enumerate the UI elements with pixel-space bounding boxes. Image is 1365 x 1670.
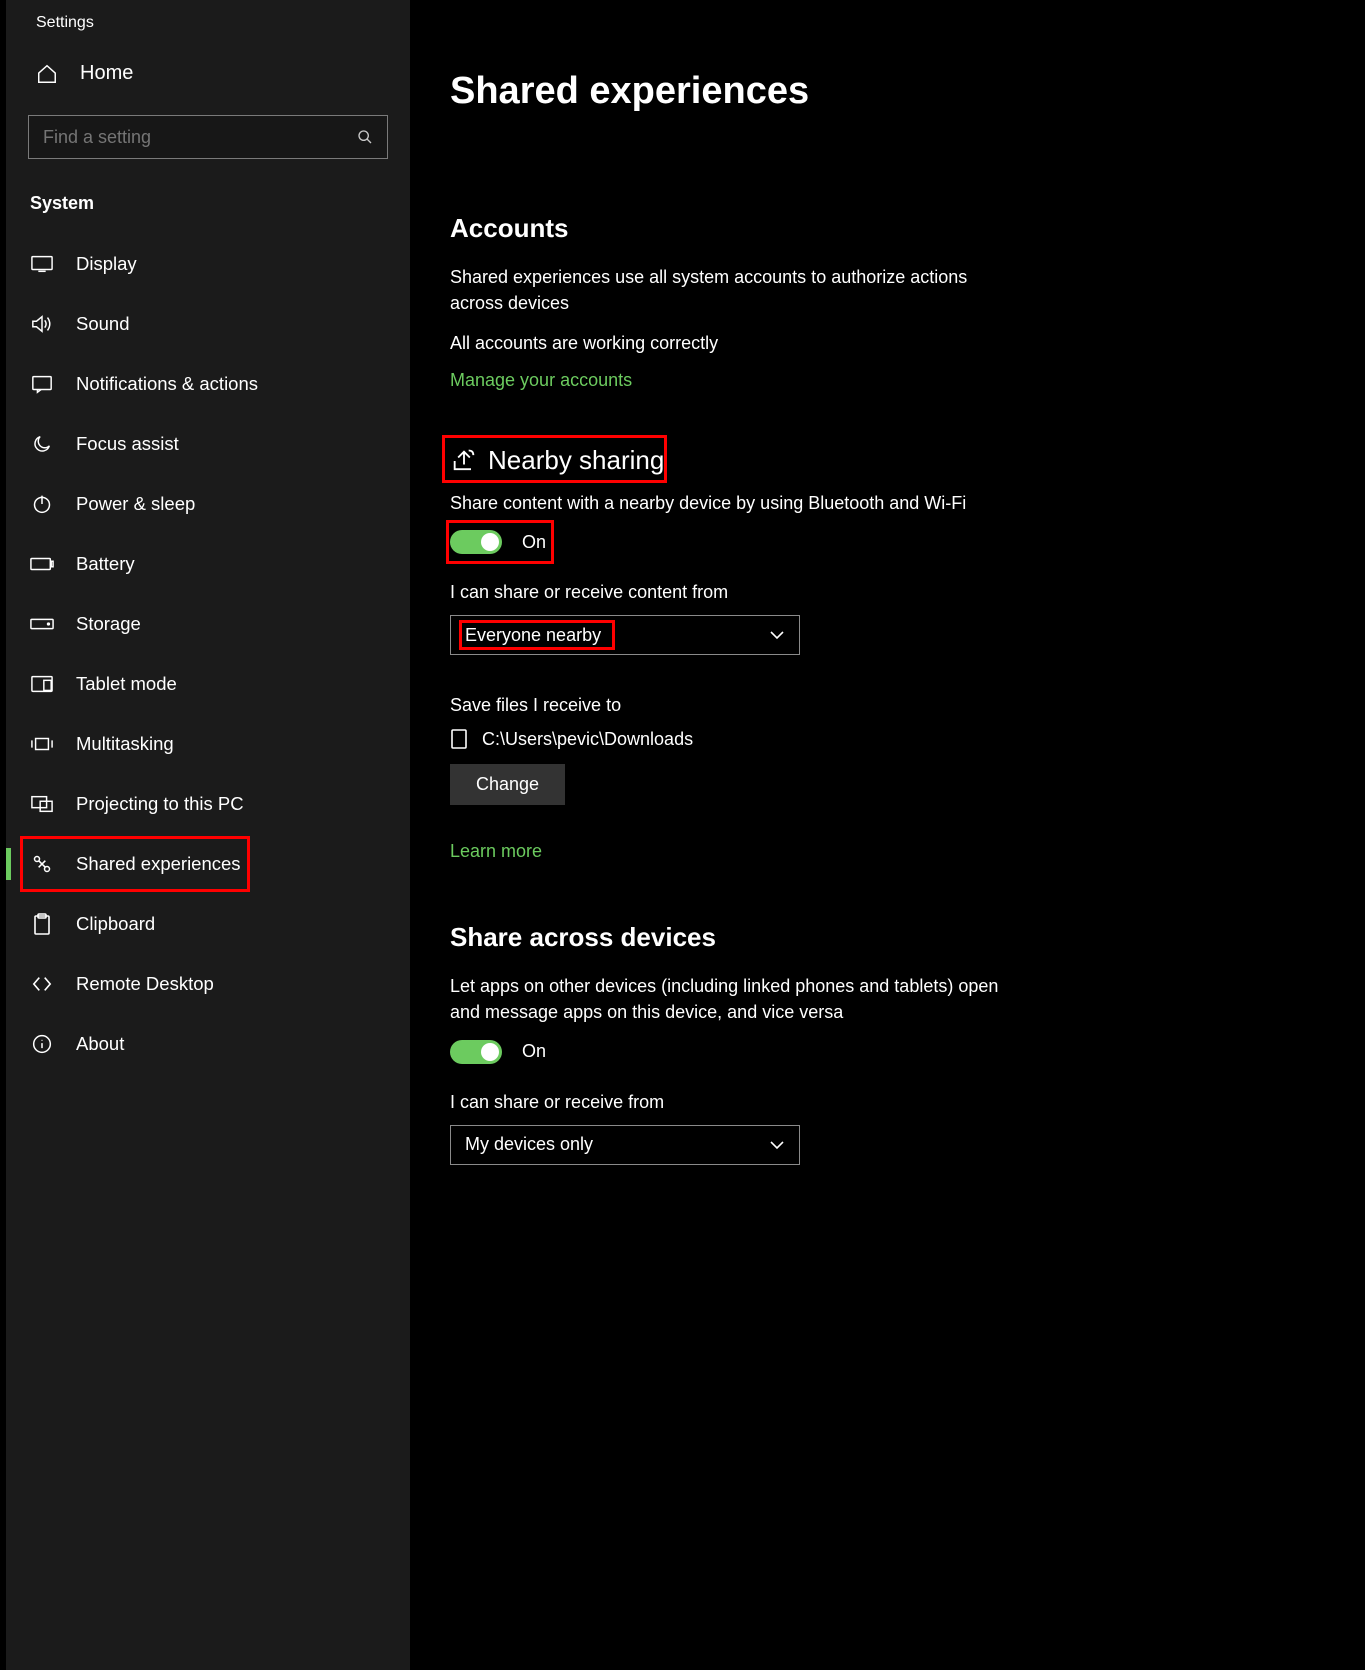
share-icon (450, 447, 478, 475)
sidebar-item-label: About (76, 1033, 124, 1055)
sidebar-item-remote-desktop[interactable]: Remote Desktop (6, 954, 410, 1014)
page-title: Shared experiences (450, 70, 1325, 113)
sidebar-item-clipboard[interactable]: Clipboard (6, 894, 410, 954)
search-text-input[interactable] (43, 127, 357, 148)
sidebar-item-label: Sound (76, 313, 130, 335)
sidebar-item-label: Projecting to this PC (76, 793, 244, 815)
chevron-down-icon (769, 1137, 785, 1153)
sound-icon (30, 314, 54, 334)
share-across-toggle-state: On (522, 1041, 546, 1062)
nearby-toggle-state: On (522, 532, 546, 553)
manage-accounts-link[interactable]: Manage your accounts (450, 370, 632, 391)
sidebar-item-label: Power & sleep (76, 493, 195, 515)
search-input[interactable] (28, 115, 388, 159)
save-path: C:\Users\pevic\Downloads (482, 729, 693, 750)
window-title: Settings (6, 0, 410, 32)
home-label: Home (80, 62, 133, 85)
tablet-icon (30, 675, 54, 693)
clipboard-icon (30, 913, 54, 935)
sidebar-item-about[interactable]: About (6, 1014, 410, 1074)
sidebar-item-display[interactable]: Display (6, 234, 410, 294)
storage-icon (30, 618, 54, 630)
share-receive-select[interactable]: My devices only (450, 1125, 800, 1165)
projecting-icon (30, 795, 54, 813)
home-nav[interactable]: Home (6, 32, 410, 107)
sidebar-item-power-sleep[interactable]: Power & sleep (6, 474, 410, 534)
focus-assist-icon (30, 433, 54, 455)
display-icon (30, 255, 54, 273)
receive-from-label: I can share or receive content from (450, 582, 1325, 603)
sidebar-item-notifications[interactable]: Notifications & actions (6, 354, 410, 414)
receive-from-select[interactable]: Everyone nearby (450, 615, 800, 655)
category-heading: System (6, 171, 410, 234)
share-across-heading: Share across devices (450, 922, 1325, 953)
multitasking-icon (30, 735, 54, 753)
share-across-toggle[interactable] (450, 1040, 502, 1064)
sidebar-item-tablet-mode[interactable]: Tablet mode (6, 654, 410, 714)
accounts-body-2: All accounts are working correctly (450, 330, 1010, 356)
sidebar-item-label: Remote Desktop (76, 973, 214, 995)
sidebar-item-focus-assist[interactable]: Focus assist (6, 414, 410, 474)
folder-icon (450, 728, 468, 750)
accounts-heading: Accounts (450, 213, 1325, 244)
about-icon (30, 1034, 54, 1054)
home-icon (36, 63, 58, 85)
sidebar-item-label: Multitasking (76, 733, 174, 755)
main-content: Shared experiences Accounts Shared exper… (410, 0, 1365, 1670)
remote-desktop-icon (30, 975, 54, 993)
sidebar-item-projecting[interactable]: Projecting to this PC (6, 774, 410, 834)
receive-from-value: Everyone nearby (465, 625, 601, 646)
share-receive-value: My devices only (465, 1134, 593, 1155)
sidebar-item-shared-experiences[interactable]: Shared experiences (6, 834, 410, 894)
nearby-toggle[interactable] (450, 530, 502, 554)
change-button[interactable]: Change (450, 764, 565, 805)
sidebar-item-label: Display (76, 253, 137, 275)
sidebar-item-battery[interactable]: Battery (6, 534, 410, 594)
accounts-body-1: Shared experiences use all system accoun… (450, 264, 1010, 316)
sidebar-item-multitasking[interactable]: Multitasking (6, 714, 410, 774)
sidebar-item-label: Clipboard (76, 913, 155, 935)
share-receive-label: I can share or receive from (450, 1092, 1325, 1113)
nearby-sharing-heading: Nearby sharing (488, 445, 664, 476)
sidebar-item-label: Storage (76, 613, 141, 635)
sidebar-item-label: Tablet mode (76, 673, 177, 695)
battery-icon (30, 557, 54, 571)
sidebar: Settings Home System Display So (0, 0, 410, 1670)
share-across-body: Let apps on other devices (including lin… (450, 973, 1010, 1025)
sidebar-item-label: Focus assist (76, 433, 179, 455)
learn-more-link[interactable]: Learn more (450, 841, 542, 862)
sidebar-item-sound[interactable]: Sound (6, 294, 410, 354)
search-icon (357, 129, 373, 145)
nearby-body: Share content with a nearby device by us… (450, 490, 1050, 516)
sidebar-item-label: Battery (76, 553, 135, 575)
shared-experiences-icon (30, 854, 54, 874)
sidebar-item-label: Notifications & actions (76, 373, 258, 395)
sidebar-item-label: Shared experiences (76, 853, 241, 875)
notifications-icon (30, 374, 54, 394)
sidebar-item-storage[interactable]: Storage (6, 594, 410, 654)
save-to-label: Save files I receive to (450, 695, 1325, 716)
sidebar-nav: Display Sound Notifications & actions Fo… (6, 234, 410, 1074)
power-icon (30, 494, 54, 514)
chevron-down-icon (769, 627, 785, 643)
